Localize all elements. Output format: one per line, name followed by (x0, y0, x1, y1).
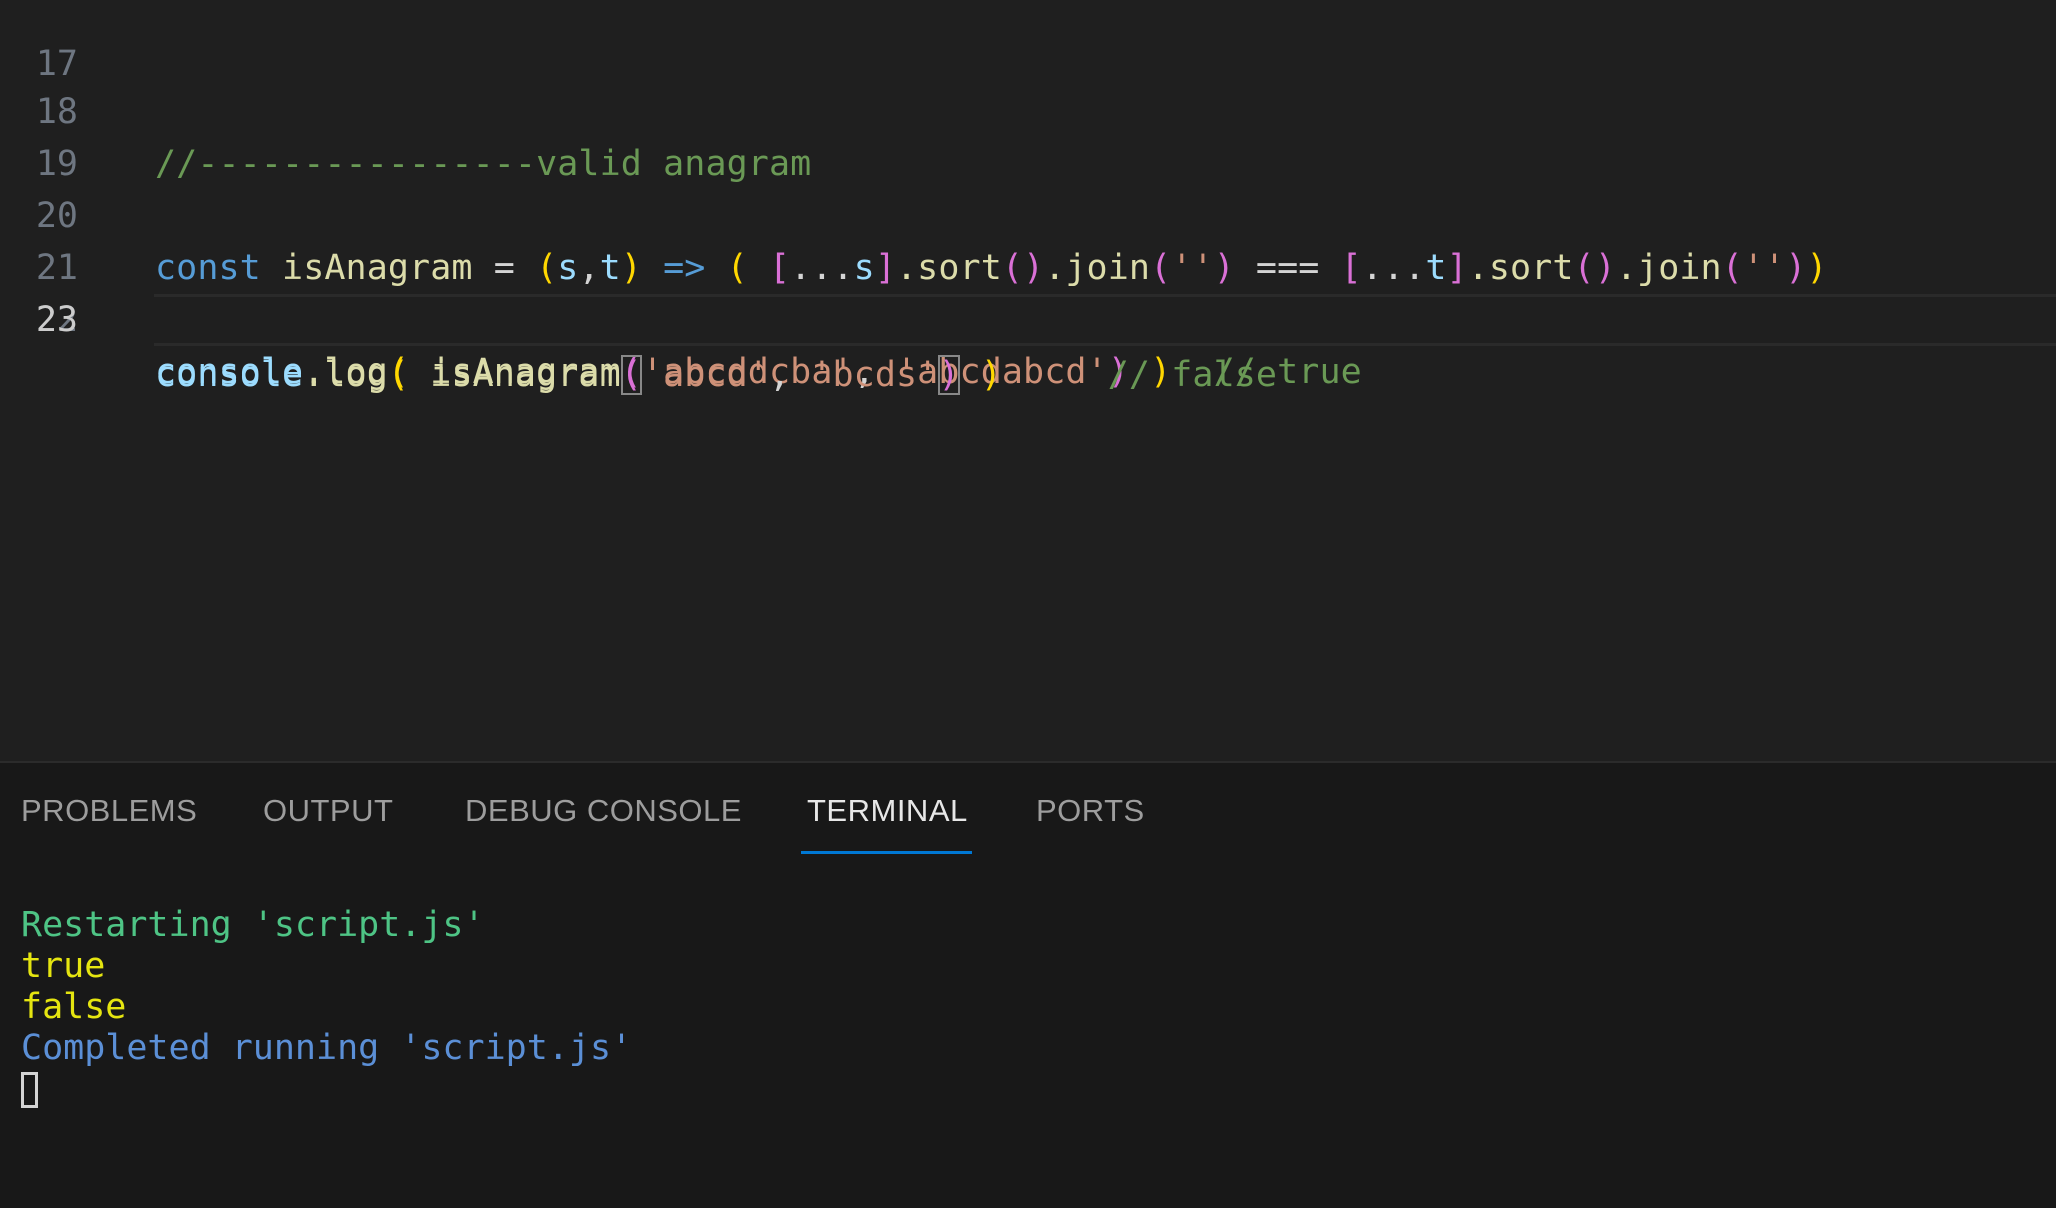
tab-terminal[interactable]: TERMINAL (807, 793, 968, 829)
code-line[interactable]: 17 (0, 0, 2056, 84)
matched-bracket-token: ) (938, 355, 960, 395)
comment-token: // false (1001, 355, 1278, 395)
tab-debug-console[interactable]: DEBUG CONSOLE (465, 793, 742, 829)
terminal-line: false (21, 987, 127, 1027)
panel-tabs: PROBLEMS OUTPUT DEBUG CONSOLE TERMINAL P… (0, 763, 2056, 854)
terminal-line: true (21, 946, 106, 986)
string-token: 'bcds' (811, 355, 939, 395)
terminal-line: Restarting 'script.js' (21, 905, 485, 945)
code-line[interactable]: 18 //----------------valid anagram (0, 34, 2056, 184)
terminal-prompt-line[interactable] (21, 1069, 632, 1110)
string-token: 'abcd' (641, 355, 769, 395)
code-editor[interactable]: 17 18 //----------------valid anagram 19… (0, 0, 2056, 761)
code-content: console.log( isAnagram('abcd', 'bcds') )… (155, 349, 1277, 401)
function-call-token: isAnagram (409, 355, 621, 395)
method-token: .log (303, 355, 388, 395)
code-line[interactable]: 19 (0, 86, 2056, 184)
tab-ports[interactable]: PORTS (1036, 793, 1145, 829)
line-number-active: 23 (35, 300, 78, 340)
current-code-line[interactable]: console.log( isAnagram('abcd', 'bcds') )… (154, 294, 2056, 395)
matched-bracket-token: ( (620, 355, 642, 395)
code-line[interactable]: 20 const isAnagram = (s,t) => ( [...s].s… (0, 138, 2056, 288)
terminal-cursor (21, 1072, 38, 1108)
active-tab-indicator (801, 851, 972, 854)
bracket-token: ) (959, 355, 1002, 395)
tab-problems[interactable]: PROBLEMS (21, 793, 197, 829)
tab-output[interactable]: OUTPUT (263, 793, 393, 829)
punctuation-token: , (768, 355, 812, 395)
object-token: console (155, 355, 304, 395)
bracket-token: ( (387, 355, 410, 395)
bottom-panel: PROBLEMS OUTPUT DEBUG CONSOLE TERMINAL P… (0, 761, 2056, 1208)
terminal-line: Completed running 'script.js' (21, 1028, 633, 1068)
terminal-output[interactable]: Restarting 'script.js' true false Completed… (21, 905, 632, 1110)
code-line[interactable]: 21 (0, 190, 2056, 288)
code-line[interactable]: 22 console.log( isAnagram('abcddcba', 'a… (0, 242, 2056, 392)
